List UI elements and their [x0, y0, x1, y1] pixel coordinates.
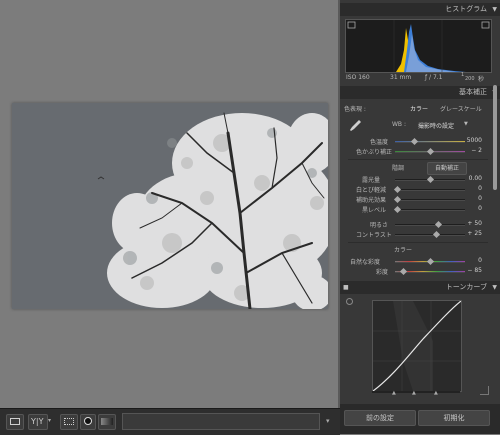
fill-light-value[interactable]: 0 [462, 195, 482, 202]
image-viewport[interactable] [0, 0, 338, 408]
exposure-slider-thumb[interactable] [426, 175, 435, 184]
shadow-clipping-icon[interactable] [347, 21, 356, 29]
brightness-value[interactable]: + 50 [462, 220, 482, 227]
temp-slider-thumb[interactable] [410, 137, 419, 146]
exif-aperture: ƒ / 7.1 [425, 74, 443, 81]
presence-section-label: カラー [394, 247, 413, 254]
wb-label: WB : [392, 121, 406, 128]
recovery-value[interactable]: 0 [462, 185, 482, 192]
recovery-label: 白とび軽減 [356, 187, 387, 194]
auto-tone-button[interactable]: 自動補正 [427, 162, 467, 175]
exif-focal-length: 31 mm [390, 74, 412, 81]
blacks-slider-thumb[interactable] [393, 205, 402, 214]
exposure-label: 露光量 [362, 177, 381, 184]
contrast-slider-track[interactable] [395, 234, 465, 236]
fill-light-slider-track[interactable] [395, 199, 465, 201]
saturation-label: 彩度 [376, 269, 389, 276]
histogram-header[interactable]: ヒストグラム ▼ [340, 3, 500, 16]
basic-panel-header[interactable]: 基本補正 ▼ [340, 86, 500, 99]
brightness-label: 明るさ [370, 222, 389, 229]
graduated-filter-icon[interactable] [98, 414, 116, 430]
brightness-slider-track[interactable] [395, 224, 465, 226]
collapse-triangle-icon[interactable]: ▼ [492, 3, 497, 16]
contrast-slider-thumb[interactable] [432, 230, 441, 239]
vibrance-label: 自然な彩度 [350, 259, 381, 266]
histogram-title: ヒストグラム [445, 5, 487, 13]
tone-curve-header[interactable]: ■ トーンカーブ ▼ [340, 281, 500, 294]
wb-dropdown-icon[interactable]: ▼ [464, 121, 468, 127]
treatment-label: 色表現 : [344, 106, 366, 113]
reset-button[interactable]: 初期化 [418, 410, 490, 426]
blacks-label: 黒レベル [362, 207, 387, 214]
split-handle-icon[interactable]: ▲ [392, 390, 396, 396]
recovery-slider-thumb[interactable] [393, 185, 402, 194]
histogram-graph [345, 19, 492, 73]
split-handle-icon[interactable]: ▲ [434, 390, 438, 396]
highlight-clipping-icon[interactable] [481, 21, 490, 29]
toolbar-info-field [122, 413, 320, 430]
treatment-grayscale-button[interactable]: グレースケール [440, 104, 482, 113]
photo-preview[interactable] [12, 103, 328, 309]
fill-light-label: 補助光効果 [356, 197, 387, 204]
divider [348, 242, 488, 243]
histogram-plot [347, 20, 490, 72]
fill-light-slider-thumb[interactable] [393, 195, 402, 204]
eyedropper-icon[interactable] [348, 118, 362, 134]
tint-slider-thumb[interactable] [426, 147, 435, 156]
crop-overlay-icon[interactable] [60, 414, 78, 430]
treatment-color-button[interactable]: カラー [410, 104, 428, 113]
divider [348, 159, 488, 160]
exif-iso: ISO 160 [346, 74, 370, 81]
region-split-track[interactable] [372, 391, 460, 393]
split-handle-icon[interactable]: ▲ [412, 390, 416, 396]
spot-removal-icon[interactable] [80, 414, 96, 430]
temp-slider-track[interactable] [395, 141, 465, 143]
tint-label: 色かぶり補正 [356, 149, 393, 156]
vibrance-slider-thumb[interactable] [426, 257, 435, 266]
resize-corner-icon[interactable] [480, 386, 489, 395]
chevron-down-icon[interactable]: ▾ [48, 417, 51, 424]
tone-curve-title: トーンカーブ [445, 283, 487, 291]
exif-shutter-num: 1 [461, 72, 465, 78]
loupe-view-icon[interactable] [6, 414, 24, 430]
collapse-triangle-icon[interactable]: ▼ [492, 281, 497, 294]
saturation-slider-thumb[interactable] [399, 267, 408, 276]
blacks-value[interactable]: 0 [462, 205, 482, 212]
blacks-slider-track[interactable] [395, 209, 465, 211]
temp-label: 色温度 [370, 139, 389, 146]
before-after-icon[interactable]: Y|Y [28, 414, 48, 430]
exif-shutter-den: 200 [465, 76, 475, 82]
contrast-label: コントラスト [356, 232, 392, 239]
brightness-slider-thumb[interactable] [434, 220, 443, 229]
target-adjust-icon[interactable] [346, 298, 353, 305]
saturation-value[interactable]: − 85 [462, 267, 482, 274]
cherry-blossom-photo [97, 112, 328, 309]
recovery-slider-track[interactable] [395, 189, 465, 191]
toolbar-menu-chevron-icon[interactable]: ▾ [326, 417, 330, 425]
tone-section-label: 階調 [392, 165, 405, 172]
exposure-value[interactable]: 0.00 [462, 175, 482, 182]
bottom-toolbar: Y|Y ▾ ▾ [0, 408, 340, 435]
tint-value[interactable]: − 2 [462, 147, 482, 154]
exif-shutter-unit: 秒 [478, 76, 485, 83]
panel-scrollbar[interactable] [493, 85, 497, 190]
contrast-value[interactable]: + 25 [462, 230, 482, 237]
tone-curve-plot [372, 300, 462, 392]
temp-value[interactable]: 5000 [462, 137, 482, 144]
previous-settings-button[interactable]: 前の設定 [344, 410, 416, 426]
basic-panel-title: 基本補正 [459, 88, 487, 96]
vibrance-value[interactable]: 0 [462, 257, 482, 264]
panel-switch-icon[interactable]: ■ [343, 281, 349, 294]
wb-select[interactable]: 撮影時の設定 [418, 121, 454, 130]
develop-right-panel: ヒストグラム ▼ ISO 160 31 mm ƒ / 7.1 1 200 秒 基… [340, 0, 500, 434]
tone-curve-graph[interactable] [372, 300, 462, 392]
